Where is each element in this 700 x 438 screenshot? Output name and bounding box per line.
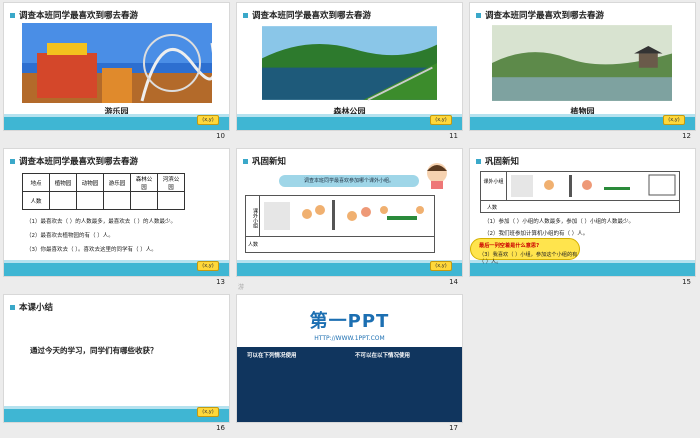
slide-footer <box>470 114 695 130</box>
botanical-garden-photo <box>492 25 672 101</box>
hint-question: 最后一列空着是什么意思? <box>479 243 540 249</box>
summary-question: 通过今天的学习，同学们有哪些收获？ <box>30 346 158 355</box>
slide-title: 巩固新知 <box>470 153 519 169</box>
question-3: （3）你最喜欢去（ ）。喜欢去这里的同学有（ ）人。 <box>26 247 157 253</box>
slide-number: 11 <box>449 132 458 140</box>
question-1: （1）最喜欢去（ ）的人数最多，最喜欢去（ ）的人数最少。 <box>26 219 176 225</box>
slide-number: 13 <box>216 278 225 286</box>
survey-table: 地点 植物园 动物园 游乐园 森林公园 河滨公园 人数 <box>22 173 185 210</box>
slide-footer <box>4 406 229 422</box>
forest-park-photo <box>262 26 437 101</box>
slide-footer <box>237 260 462 276</box>
row-label: 人数 <box>246 236 434 254</box>
brand-logo: 第一PPT HTTP://WWW.1PPT.COM <box>237 295 462 347</box>
row-label: 课外小组 <box>481 172 507 200</box>
slide-footer <box>237 114 462 130</box>
group-table: 课外小组 人数 <box>480 171 680 213</box>
xy-badge: (x,y) <box>430 261 452 271</box>
slide-thumb-10[interactable]: 调查本班同学最喜欢到哪去春游 游乐园 (x,y) 10 <box>0 0 233 146</box>
cartoon-girl-icon <box>427 163 447 189</box>
slide-16: 本课小结 通过今天的学习，同学们有哪些收获？ (x,y) <box>3 294 230 423</box>
xy-badge: (x,y) <box>663 115 685 125</box>
logo-text: 第一PPT <box>309 311 390 332</box>
question-2: （2）我们班参加计算机小组的有（ ）人。 <box>484 231 589 237</box>
forbidden-column: 不可以在以下情况使用 <box>355 351 410 411</box>
prompt-band: 调查本班同学最喜欢参加哪个课外小组。 <box>279 175 419 187</box>
activity-pictures <box>264 200 424 230</box>
slide-title: 调查本班同学最喜欢到哪去春游 <box>470 7 604 23</box>
license-panel: 可以在下列情况使用 不可以在以下情况使用 <box>237 347 462 422</box>
slide-title: 调查本班同学最喜欢到哪去春游 <box>237 7 371 23</box>
slide-title: 调查本班同学最喜欢到哪去春游 <box>4 7 138 23</box>
slide-17: 第一PPT HTTP://WWW.1PPT.COM 可以在下列情况使用 不可以在… <box>236 294 463 423</box>
slide-thumb-16[interactable]: 本课小结 通过今天的学习，同学们有哪些收获？ (x,y) 16 <box>0 292 233 438</box>
row-label: 课外小组 <box>246 196 260 236</box>
forbidden-heading: 不可以在以下情况使用 <box>355 353 411 359</box>
table-header: 植物园 <box>49 173 77 192</box>
xy-badge: (x,y) <box>197 407 219 417</box>
question-2: （2）最喜欢去植物园的有（ ）人。 <box>26 233 114 239</box>
slide-grid: 调查本班同学最喜欢到哪去春游 游乐园 (x,y) 10 调查本班同学最喜欢到哪去… <box>0 0 700 438</box>
slide-title: 调查本班同学最喜欢到哪去春游 <box>4 153 138 169</box>
table-header: 地点 <box>22 173 50 192</box>
hint-bubble: 最后一列空着是什么意思? （3）我喜欢（ ）小组，参加这个小组的有（ ）人。 <box>470 238 580 265</box>
xy-badge: (x,y) <box>197 261 219 271</box>
slide-number: 16 <box>216 424 225 432</box>
table-row-label: 人数 <box>22 191 50 210</box>
slide-thumb-15[interactable]: 巩固新知 课外小组 人数 （1）参加（ ）小组的人数最多，参加（ ）小组的人数最… <box>466 146 699 292</box>
amusement-park-photo <box>22 23 212 103</box>
slide-10: 调查本班同学最喜欢到哪去春游 游乐园 (x,y) <box>3 2 230 131</box>
table-header: 森林公园 <box>130 173 158 192</box>
slide-number: 14 <box>449 278 458 286</box>
slide-14: 巩固新知 调查本班同学最喜欢参加哪个课外小组。 课外小组 人数 (x,y) <box>236 148 463 277</box>
slide-footer <box>4 114 229 130</box>
table-header: 游乐园 <box>103 173 131 192</box>
slide-number: 17 <box>449 424 458 432</box>
table-header: 动物园 <box>76 173 104 192</box>
logo-url: HTTP://WWW.1PPT.COM <box>314 335 385 342</box>
hint-answer: （3）我喜欢（ ）小组，参加这个小组的有（ ）人。 <box>479 252 578 265</box>
group-table: 课外小组 人数 <box>245 195 435 253</box>
xy-badge: (x,y) <box>197 115 219 125</box>
slide-thumb-13[interactable]: 调查本班同学最喜欢到哪去春游 地点 植物园 动物园 游乐园 森林公园 河滨公园 … <box>0 146 233 292</box>
slide-thumb-12[interactable]: 调查本班同学最喜欢到哪去春游 植物园 (x,y) 12 <box>466 0 699 146</box>
slide-footer <box>4 260 229 276</box>
slide-12: 调查本班同学最喜欢到哪去春游 植物园 (x,y) <box>469 2 696 131</box>
slide-title: 巩固新知 <box>237 153 286 169</box>
activity-pictures <box>511 174 676 197</box>
slide-title: 本课小结 <box>4 299 53 315</box>
corner-mark: 游 <box>238 284 245 291</box>
row-label: 人数 <box>481 200 679 214</box>
slide-13: 调查本班同学最喜欢到哪去春游 地点 植物园 动物园 游乐园 森林公园 河滨公园 … <box>3 148 230 277</box>
slide-thumb-17[interactable]: 第一PPT HTTP://WWW.1PPT.COM 可以在下列情况使用 不可以在… <box>233 292 466 438</box>
slide-number: 12 <box>682 132 691 140</box>
allowed-heading: 可以在下列情况使用 <box>247 353 297 359</box>
allowed-column: 可以在下列情况使用 <box>247 351 297 411</box>
question-1: （1）参加（ ）小组的人数最多，参加（ ）小组的人数最少。 <box>484 219 634 225</box>
table-header: 河滨公园 <box>157 173 185 192</box>
slide-thumb-14[interactable]: 巩固新知 调查本班同学最喜欢参加哪个课外小组。 课外小组 人数 (x,y) 14 <box>233 146 466 292</box>
slide-number: 15 <box>682 278 691 286</box>
xy-badge: (x,y) <box>430 115 452 125</box>
slide-thumb-11[interactable]: 调查本班同学最喜欢到哪去春游 森林公园 (x,y) 11 <box>233 0 466 146</box>
slide-11: 调查本班同学最喜欢到哪去春游 森林公园 (x,y) <box>236 2 463 131</box>
slide-number: 10 <box>216 132 225 140</box>
